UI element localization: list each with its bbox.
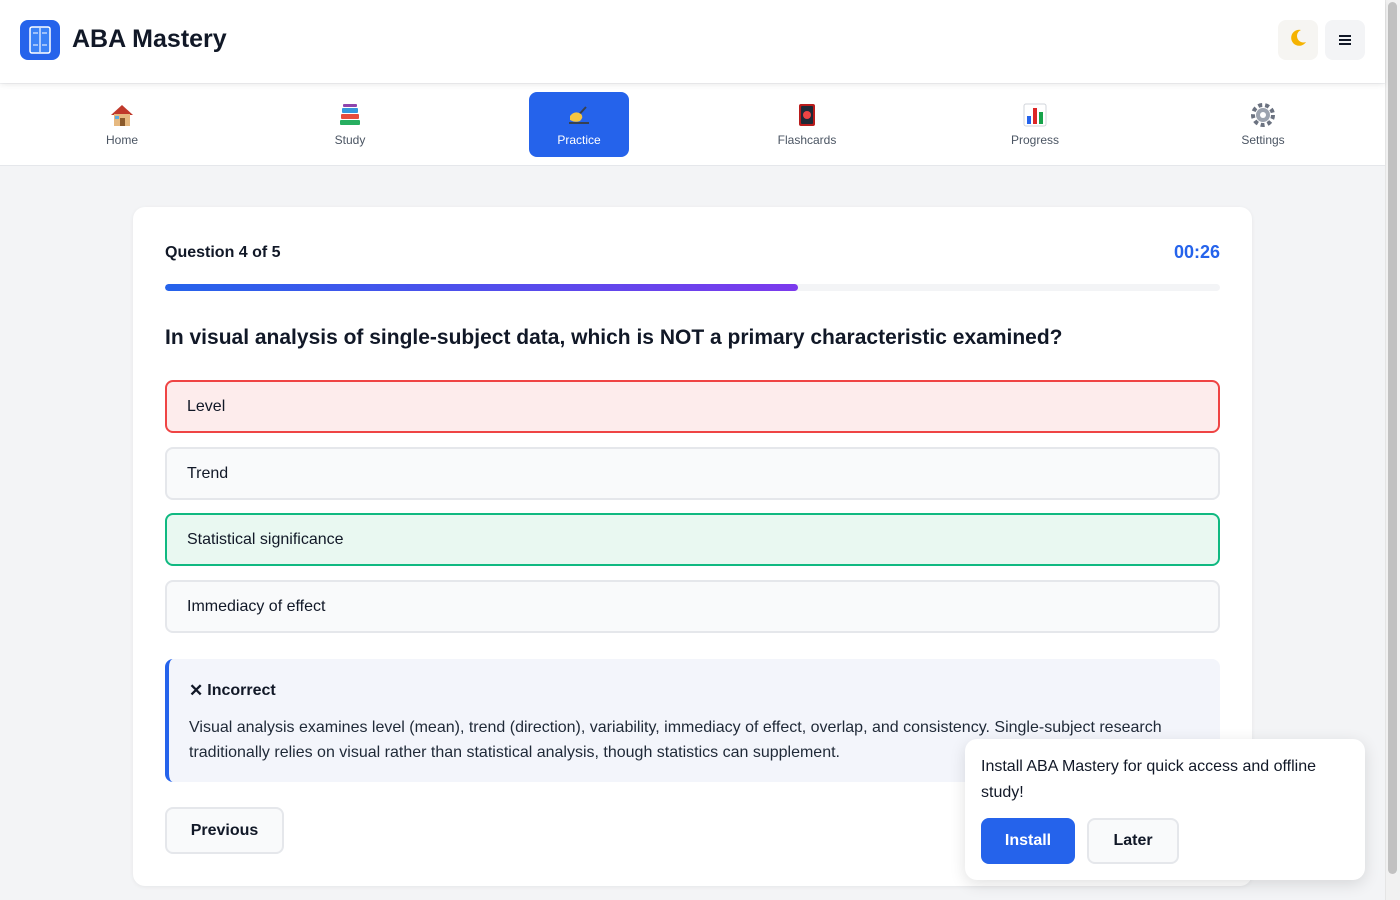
install-banner-text: Install ABA Mastery for quick access and… (981, 758, 1316, 801)
quiz-timer: 00:26 (1173, 242, 1220, 262)
menu-button[interactable] (1325, 20, 1365, 60)
answer-option-label: Level (187, 397, 226, 415)
answer-option[interactable]: Statistical significance (165, 513, 1220, 566)
hamburger-menu-icon (1338, 30, 1352, 51)
nav-item-flashcards[interactable]: Flashcards (757, 92, 857, 157)
install-banner: Install ABA Mastery for quick access and… (965, 739, 1365, 880)
nav-label: Flashcards (777, 133, 837, 147)
feedback-title-row: ✕ Incorrect (189, 681, 1200, 701)
answer-option-label: Statistical significance (187, 530, 344, 548)
books-icon (337, 102, 363, 128)
nav-label: Settings (1241, 133, 1285, 147)
nav-item-settings[interactable]: Settings (1213, 92, 1313, 157)
answer-option[interactable]: Immediacy of effect (165, 580, 1220, 633)
nav-label: Progress (1010, 133, 1060, 147)
nav-item-practice[interactable]: Practice (529, 92, 629, 157)
book-icon (20, 20, 60, 60)
quiz-progress-fill (165, 284, 798, 291)
house-icon (109, 102, 135, 128)
flashcard-icon (794, 102, 820, 128)
theme-toggle-button[interactable] (1278, 20, 1318, 60)
nav-label: Practice (557, 133, 601, 147)
scrollbar-thumb[interactable] (1388, 2, 1397, 874)
nav-label: Study (334, 133, 366, 147)
close-icon: ✕ (189, 681, 204, 700)
answer-option-label: Trend (187, 464, 229, 482)
quiz-progress-bar (165, 284, 1220, 291)
answer-option-label: Immediacy of effect (187, 597, 326, 615)
main-nav: Home Study Practice Flashcards Progress … (0, 84, 1385, 166)
later-button[interactable]: Later (1087, 818, 1179, 864)
question-counter: Question 4 of 5 (165, 244, 281, 261)
nav-item-progress[interactable]: Progress (985, 92, 1085, 157)
moon-icon (1287, 27, 1309, 54)
answer-option[interactable]: Level (165, 380, 1220, 433)
app-title: ABA Mastery (72, 25, 227, 53)
nav-label: Home (105, 133, 138, 147)
previous-button[interactable]: Previous (165, 807, 284, 854)
question-text: In visual analysis of single-subject dat… (165, 326, 1063, 349)
answer-option[interactable]: Trend (165, 447, 1220, 500)
nav-item-home[interactable]: Home (72, 92, 172, 157)
gear-icon (1250, 102, 1276, 128)
writing-hand-icon (566, 102, 592, 128)
nav-item-study[interactable]: Study (300, 92, 400, 157)
install-button[interactable]: Install (981, 818, 1075, 864)
feedback-title: Incorrect (207, 682, 276, 699)
bar-chart-icon (1022, 102, 1048, 128)
app-header: ABA Mastery (0, 0, 1385, 83)
